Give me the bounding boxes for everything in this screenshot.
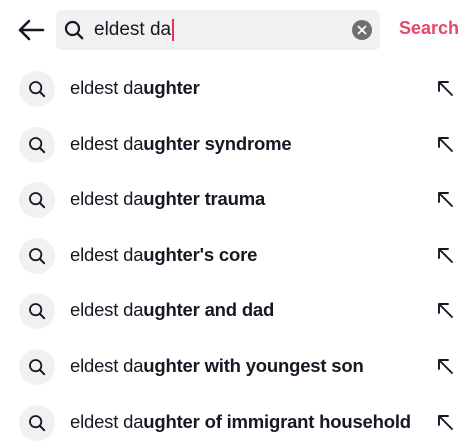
suggestion-search-icon-circle: [19, 237, 55, 274]
suggestion-completion-part: ughter of immigrant household: [143, 410, 411, 432]
search-icon: [29, 81, 46, 98]
clear-button[interactable]: [352, 20, 372, 40]
search-icon: [29, 247, 46, 264]
arrow-up-left-icon: [438, 136, 453, 152]
suggestion-completion-part: ughter with youngest son: [143, 354, 364, 376]
arrow-up-left-icon: [438, 81, 453, 96]
back-arrow-icon: [18, 19, 45, 41]
suggestion-search-icon-circle: [19, 182, 55, 219]
fill-suggestion-button[interactable]: [434, 411, 456, 433]
search-input[interactable]: eldest da: [94, 10, 175, 50]
suggestion-typed-part: eldest da: [70, 243, 144, 265]
search-icon: [29, 414, 46, 431]
suggestion-search-icon-circle: [19, 126, 55, 163]
suggestion-text: eldest daughter with youngest son: [70, 355, 364, 377]
suggestion-search-icon-circle: [19, 404, 55, 441]
suggestion-typed-part: eldest da: [70, 354, 144, 376]
fill-suggestion-button[interactable]: [434, 355, 456, 377]
suggestion-text: eldest daughter of immigrant household: [70, 411, 411, 433]
clear-icon: [357, 25, 367, 35]
suggestion-typed-part: eldest da: [70, 132, 144, 154]
search-header: eldest da Search: [0, 0, 474, 58]
fill-suggestion-button[interactable]: [434, 188, 456, 210]
suggestion-completion-part: ughter syndrome: [143, 132, 292, 154]
search-icon: [29, 303, 46, 320]
fill-suggestion-button[interactable]: [434, 77, 456, 99]
suggestion-item[interactable]: eldest daughter syndrome: [0, 116, 474, 172]
back-button[interactable]: [14, 14, 48, 46]
suggestion-typed-part: eldest da: [70, 299, 144, 321]
suggestion-text: eldest daughter syndrome: [70, 132, 292, 155]
suggestion-list: eldest daughter eldest daughter syndrome: [0, 60, 474, 448]
arrow-up-left-icon: [438, 247, 453, 263]
suggestion-text: eldest daughter's core: [70, 244, 257, 266]
suggestion-text: eldest daughter: [70, 77, 200, 99]
suggestion-search-icon-circle: [19, 348, 55, 385]
arrow-up-left-icon: [438, 303, 453, 319]
search-box[interactable]: eldest da: [56, 10, 380, 50]
suggestion-item[interactable]: eldest daughter trauma: [0, 171, 474, 227]
suggestion-typed-part: eldest da: [70, 77, 144, 98]
fill-suggestion-button[interactable]: [434, 244, 456, 266]
fill-suggestion-button[interactable]: [434, 133, 456, 155]
suggestion-search-icon-circle: [19, 293, 55, 330]
search-query-text: eldest da: [94, 19, 172, 40]
search-icon: [29, 136, 46, 153]
arrow-up-left-icon: [438, 414, 453, 430]
suggestion-text: eldest daughter trauma: [70, 188, 265, 210]
suggestion-item[interactable]: eldest daughter of immigrant household: [0, 394, 474, 448]
suggestion-text: eldest daughter and dad: [70, 299, 274, 321]
search-button[interactable]: Search: [399, 18, 459, 39]
suggestion-item[interactable]: eldest daughter and dad: [0, 282, 474, 338]
suggestion-completion-part: ughter trauma: [143, 188, 266, 210]
suggestion-item[interactable]: eldest daughter with youngest son: [0, 338, 474, 394]
arrow-up-left-icon: [438, 359, 453, 374]
search-icon: [64, 20, 84, 40]
suggestion-item[interactable]: eldest daughter: [0, 60, 474, 116]
search-screen: eldest da Search eldest daughter eldest …: [0, 0, 474, 448]
search-icon: [29, 359, 46, 376]
suggestion-search-icon-circle: [19, 71, 55, 107]
suggestion-completion-part: ughter and dad: [143, 299, 275, 321]
fill-suggestion-button[interactable]: [434, 299, 456, 321]
suggestion-completion-part: ughter: [143, 77, 200, 98]
suggestion-typed-part: eldest da: [70, 188, 144, 210]
arrow-up-left-icon: [438, 192, 453, 208]
text-caret: [172, 19, 175, 41]
suggestion-item[interactable]: eldest daughter's core: [0, 227, 474, 283]
suggestion-completion-part: ughter's core: [143, 243, 258, 265]
search-icon: [29, 192, 46, 209]
suggestion-typed-part: eldest da: [70, 410, 144, 432]
